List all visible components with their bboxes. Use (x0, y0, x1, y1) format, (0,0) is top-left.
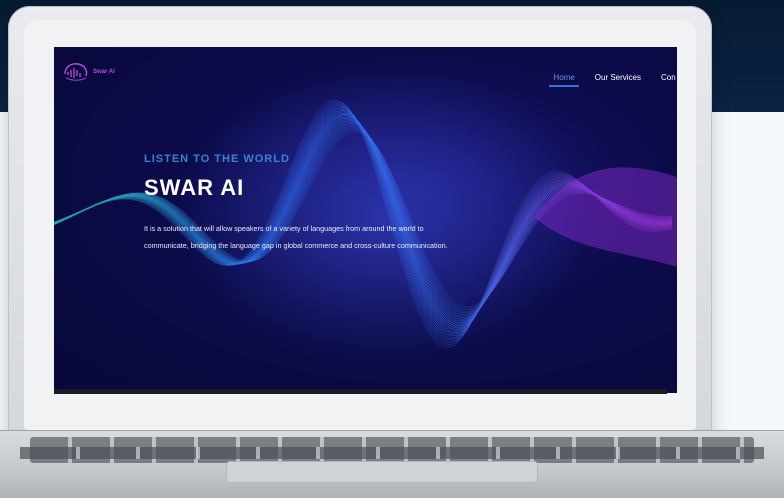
nav-our-services[interactable]: Our Services (595, 73, 641, 82)
hero-description: It is a solution that will allow speaker… (144, 224, 448, 250)
hero-eyebrow: LISTEN TO THE WORLD (144, 153, 290, 165)
keyboard-row (20, 447, 764, 459)
nav-home[interactable]: Home (549, 73, 580, 87)
main-navigation: Home Our Services Con (549, 70, 677, 87)
laptop-base (0, 430, 784, 498)
swar-ai-logo[interactable]: Swar AI (62, 61, 132, 83)
nav-contact[interactable]: Con (661, 73, 677, 82)
screen-bottom-edge (54, 389, 667, 394)
logo-text: Swar AI (93, 69, 115, 75)
hero-title: SWAR AI (144, 175, 245, 200)
trackpad (226, 461, 538, 483)
laptop-screen: Swar AI Home Our Services Con LISTEN TO … (54, 47, 677, 393)
waveform-head-icon (64, 63, 88, 81)
